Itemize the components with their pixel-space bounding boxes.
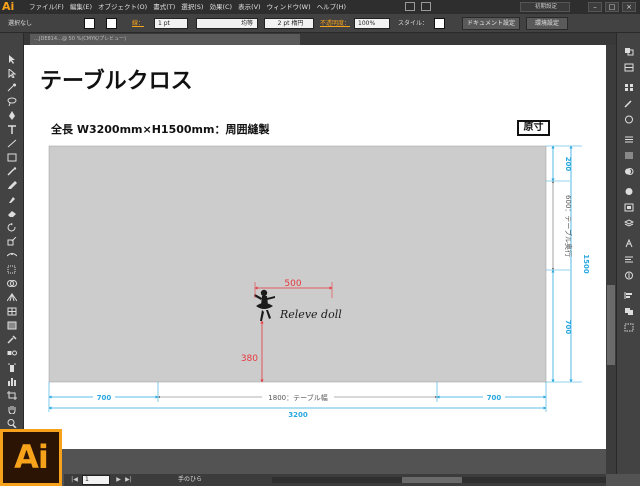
symbol-sprayer-tool-icon[interactable] bbox=[7, 363, 17, 372]
menu-items: ファイル(F) 編集(E) オブジェクト(O) 書式(T) 選択(S) 効果(C… bbox=[26, 0, 349, 14]
swatches-panel-icon[interactable] bbox=[624, 83, 634, 92]
arrange-documents-icon[interactable] bbox=[421, 2, 431, 11]
bridge-icon[interactable] bbox=[405, 2, 415, 11]
stroke-panel-icon[interactable] bbox=[624, 135, 634, 144]
color-panel-icon[interactable] bbox=[624, 47, 634, 56]
artboard-tool-icon[interactable] bbox=[7, 391, 17, 400]
magic-wand-tool-icon[interactable] bbox=[7, 83, 17, 92]
align-panel-icon[interactable] bbox=[624, 291, 634, 300]
character-panel-icon[interactable] bbox=[624, 239, 634, 248]
width-tool-icon[interactable] bbox=[7, 251, 17, 260]
window-controls: – □ × bbox=[588, 2, 636, 12]
app-logo-icon: Ai bbox=[2, 0, 15, 13]
stroke-swatch[interactable] bbox=[106, 18, 117, 29]
rotate-tool-icon[interactable] bbox=[7, 223, 17, 232]
direct-selection-tool-icon[interactable] bbox=[7, 69, 17, 78]
eraser-tool-icon[interactable] bbox=[7, 209, 17, 218]
next-page-icon[interactable]: ▶ bbox=[114, 475, 123, 485]
perspective-grid-tool-icon[interactable] bbox=[7, 293, 17, 302]
menu-bar: Ai ファイル(F) 編集(E) オブジェクト(O) 書式(T) 選択(S) 効… bbox=[0, 0, 640, 14]
workspace-icons bbox=[405, 2, 431, 11]
artboard-canvas[interactable] bbox=[24, 45, 616, 449]
stroke-profile-select[interactable]: 均等 bbox=[196, 18, 258, 29]
document-tab-strip: …JDE814…@ 50 %(CMYK/プレビュー) bbox=[24, 33, 616, 45]
zoom-tool-icon[interactable] bbox=[7, 419, 17, 428]
pencil-tool-icon[interactable] bbox=[7, 181, 17, 190]
document-setup-button[interactable]: ドキュメント設定 bbox=[462, 17, 520, 30]
control-bar: 選択なし 線： 1 pt 均等 2 pt 楕円 不透明度： 100% スタイル：… bbox=[0, 14, 640, 33]
vertical-scroll-thumb[interactable] bbox=[607, 285, 615, 365]
workspace-switcher[interactable]: 初期設定 bbox=[520, 2, 570, 12]
type-tool-icon[interactable] bbox=[7, 125, 17, 134]
illustrator-logo-icon: Ai bbox=[0, 429, 62, 486]
first-page-icon[interactable]: |◀ bbox=[70, 475, 79, 485]
vertical-scrollbar[interactable] bbox=[606, 45, 616, 474]
graphic-style-swatch[interactable] bbox=[434, 18, 445, 29]
menu-view[interactable]: 表示(V) bbox=[235, 0, 264, 14]
line-tool-icon[interactable] bbox=[7, 139, 17, 148]
pathfinder-panel-icon[interactable] bbox=[624, 307, 634, 316]
selection-tool-icon[interactable] bbox=[7, 55, 17, 64]
tools-panel bbox=[0, 33, 24, 429]
artwork-subtitle: 全長 W3200mm×H1500mm：周囲縫製 bbox=[51, 123, 270, 136]
rectangle-tool-icon[interactable] bbox=[7, 153, 17, 162]
document-tab[interactable]: …JDE814…@ 50 %(CMYK/プレビュー) bbox=[30, 34, 300, 45]
horizontal-scrollbar[interactable] bbox=[272, 477, 606, 483]
minimize-button[interactable]: – bbox=[588, 2, 602, 12]
brushes-panel-icon[interactable] bbox=[624, 99, 634, 108]
paragraph-panel-icon[interactable] bbox=[624, 255, 634, 264]
close-button[interactable]: × bbox=[622, 2, 636, 12]
menu-effect[interactable]: 効果(C) bbox=[206, 0, 235, 14]
selection-state: 選択なし bbox=[8, 20, 33, 27]
last-page-icon[interactable]: ▶| bbox=[124, 475, 133, 485]
gradient-tool-icon[interactable] bbox=[7, 321, 17, 330]
hand-tool-icon[interactable] bbox=[7, 405, 17, 414]
transparency-panel-icon[interactable] bbox=[624, 167, 634, 176]
maximize-button[interactable]: □ bbox=[605, 2, 619, 12]
column-graph-tool-icon[interactable] bbox=[7, 377, 17, 386]
menu-edit[interactable]: 編集(E) bbox=[67, 0, 95, 14]
menu-file[interactable]: ファイル(F) bbox=[26, 0, 67, 14]
scale-tool-icon[interactable] bbox=[7, 237, 17, 246]
appearance-panel-icon[interactable] bbox=[624, 187, 634, 196]
color-guide-icon[interactable] bbox=[624, 63, 634, 72]
shape-builder-tool-icon[interactable] bbox=[7, 279, 17, 288]
panel-dock bbox=[616, 33, 640, 474]
pen-tool-icon[interactable] bbox=[7, 111, 17, 120]
menu-select[interactable]: 選択(S) bbox=[178, 0, 206, 14]
eyedropper-tool-icon[interactable] bbox=[7, 335, 17, 344]
symbols-panel-icon[interactable] bbox=[624, 115, 634, 124]
paintbrush-tool-icon[interactable] bbox=[7, 167, 17, 176]
graphic-styles-panel-icon[interactable] bbox=[624, 203, 634, 212]
opentype-panel-icon[interactable] bbox=[624, 271, 634, 280]
fill-swatch[interactable] bbox=[84, 18, 95, 29]
horizontal-scroll-thumb[interactable] bbox=[402, 477, 462, 483]
artwork-title: テーブルクロス bbox=[40, 68, 193, 94]
mesh-tool-icon[interactable] bbox=[7, 307, 17, 316]
free-transform-tool-icon[interactable] bbox=[7, 265, 17, 274]
menu-type[interactable]: 書式(T) bbox=[150, 0, 178, 14]
actual-size-badge: 原寸 bbox=[517, 120, 550, 136]
page-field[interactable]: 1 bbox=[82, 475, 110, 485]
layers-panel-icon[interactable] bbox=[624, 219, 634, 228]
stroke-weight-field[interactable]: 1 pt bbox=[154, 18, 188, 29]
transform-panel-icon[interactable] bbox=[624, 323, 634, 332]
opacity-label[interactable]: 不透明度： bbox=[320, 18, 350, 29]
brush-select[interactable]: 2 pt 楕円 bbox=[264, 18, 314, 29]
preferences-button[interactable]: 環境設定 bbox=[526, 17, 568, 30]
menu-object[interactable]: オブジェクト(O) bbox=[95, 0, 150, 14]
lasso-tool-icon[interactable] bbox=[7, 97, 17, 106]
stroke-label[interactable]: 線： bbox=[132, 18, 144, 29]
current-tool-label: 手のひら bbox=[178, 476, 203, 483]
menu-window[interactable]: ウィンドウ(W) bbox=[264, 0, 314, 14]
style-label: スタイル： bbox=[398, 20, 429, 27]
opacity-field[interactable]: 100% bbox=[354, 18, 390, 29]
menu-help[interactable]: ヘルプ(H) bbox=[314, 0, 349, 14]
status-bar: |◀ 1 ▶ ▶| 手のひら bbox=[64, 474, 606, 486]
blob-brush-tool-icon[interactable] bbox=[7, 195, 17, 204]
blend-tool-icon[interactable] bbox=[7, 349, 17, 358]
gradient-panel-icon[interactable] bbox=[624, 151, 634, 160]
